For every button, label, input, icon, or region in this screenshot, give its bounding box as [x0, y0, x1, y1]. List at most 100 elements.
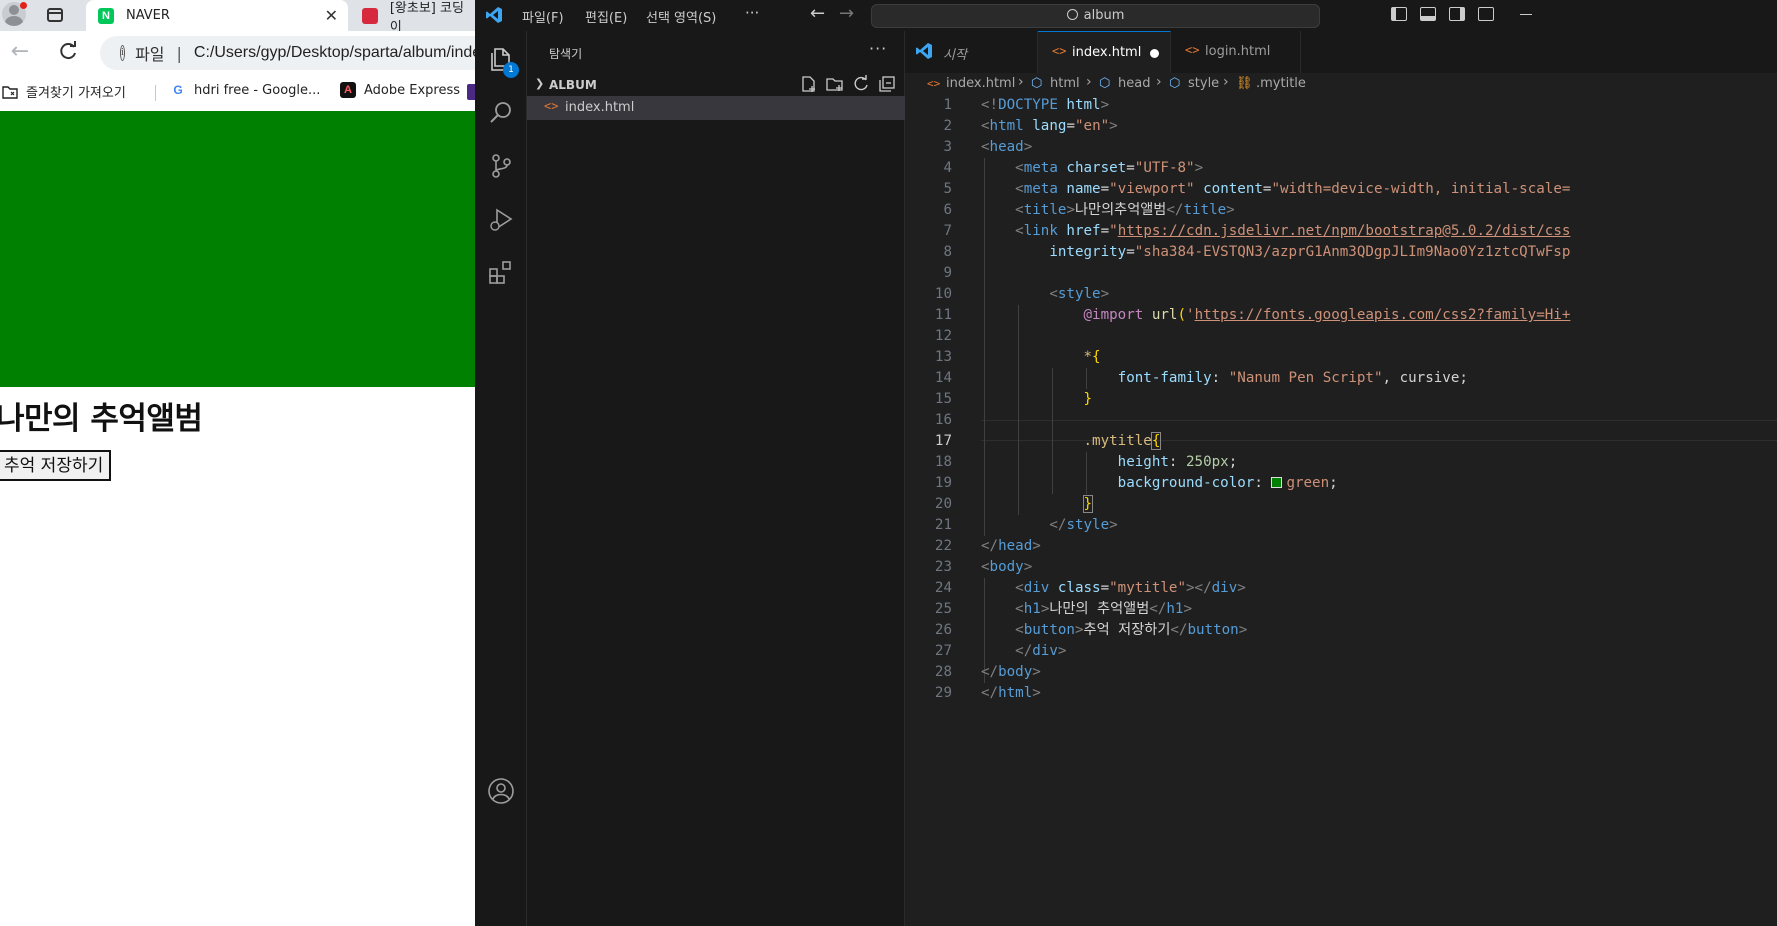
- bookmark-import-favorites[interactable]: 즐겨찾기 가져오기: [2, 82, 126, 101]
- chevron-right-icon: ›: [1223, 74, 1229, 90]
- tab-login-html[interactable]: <> login.html: [1171, 31, 1301, 73]
- element-icon: ⬡: [1099, 76, 1111, 91]
- forward-arrow-icon[interactable]: →: [839, 3, 854, 24]
- title-bar: 파일(F) 편집(E) 선택 영역(S) ··· ← → album: [475, 0, 1777, 31]
- browser-tab-strip: N NAVER ✕ [왕초보] 코딩이: [0, 0, 475, 35]
- explorer-more-icon[interactable]: ···: [869, 39, 887, 58]
- new-file-icon[interactable]: [799, 75, 819, 95]
- line-number: 18: [934, 454, 952, 470]
- address-url[interactable]: C:/Users/gyp/Desktop/sparta/album/index.…: [194, 44, 475, 62]
- info-icon[interactable]: i: [120, 45, 126, 61]
- customize-layout-icon[interactable]: [1478, 7, 1494, 21]
- browser-tab-coding[interactable]: [왕초보] 코딩이: [350, 0, 475, 35]
- bookmark-label: hdri free - Google...: [194, 82, 321, 98]
- vscode-logo-icon: [486, 7, 502, 23]
- code-line: <div class="mytitle"></div>: [1015, 580, 1246, 596]
- file-index-html[interactable]: <> index.html: [527, 96, 905, 120]
- collapse-all-icon[interactable]: [877, 75, 897, 95]
- tab-actions-icon[interactable]: [45, 5, 65, 25]
- notification-dot-icon: [20, 2, 27, 9]
- line-number: 7: [943, 223, 952, 239]
- save-memory-button[interactable]: 추억 저장하기: [0, 450, 112, 481]
- menu-more[interactable]: ···: [745, 4, 759, 22]
- explorer-sidebar: 탐색기 ··· ❯ ALBUM <> index.html: [527, 31, 905, 926]
- line-number: 21: [934, 517, 952, 533]
- address-separator: |: [176, 43, 182, 63]
- code-line: </body>: [981, 664, 1041, 680]
- line-number: 3: [943, 139, 952, 155]
- bookmark-label: Adobe Express: [364, 82, 461, 98]
- search-icon[interactable]: [487, 99, 515, 127]
- code-line: <head>: [981, 139, 1033, 155]
- bookmark-adobe-express[interactable]: A Adobe Express: [340, 82, 460, 98]
- source-control-icon[interactable]: [487, 152, 515, 180]
- chevron-right-icon: ›: [1086, 74, 1092, 90]
- tab-welcome[interactable]: 시작: [905, 31, 1038, 73]
- book-icon: [362, 7, 378, 24]
- line-number: 19: [934, 475, 952, 491]
- back-arrow-icon[interactable]: ←: [810, 3, 825, 24]
- bookmark-hdri[interactable]: G hdri free - Google...: [170, 82, 320, 98]
- line-number: 6: [943, 202, 952, 218]
- browser-tab-label: NAVER: [126, 8, 170, 23]
- color-swatch-icon[interactable]: [1271, 477, 1283, 488]
- page-viewport: 나만의 추억앨범 추억 저장하기: [0, 111, 475, 926]
- close-tab-icon[interactable]: ✕: [325, 6, 338, 25]
- explorer-title: 탐색기: [549, 47, 583, 61]
- toggle-secondary-sidebar-icon[interactable]: [1449, 7, 1465, 21]
- line-number: 11: [934, 307, 952, 323]
- back-arrow-icon[interactable]: ←: [8, 40, 32, 64]
- folder-name: ALBUM: [549, 78, 597, 92]
- line-number: 27: [934, 643, 952, 659]
- line-number-current: 17: [934, 433, 952, 449]
- line-number: 1: [943, 97, 952, 113]
- line-number: 15: [934, 391, 952, 407]
- search-icon: [1066, 9, 1078, 20]
- code-line: background-color: green;: [1117, 475, 1338, 491]
- html-file-icon: <>: [1185, 43, 1200, 57]
- code-line: <link href="https://cdn.jsdelivr.net/npm…: [1015, 223, 1571, 239]
- reload-icon[interactable]: [56, 40, 80, 64]
- file-name: index.html: [565, 100, 635, 115]
- editor-area: 시작 <> index.html <> login.html <> index.…: [905, 31, 1777, 926]
- toggle-primary-sidebar-icon[interactable]: [1391, 7, 1407, 21]
- accounts-icon[interactable]: [487, 777, 515, 805]
- breadcrumb-head[interactable]: head: [1118, 76, 1150, 91]
- explorer-badge: 1: [503, 62, 519, 78]
- breadcrumb-html[interactable]: html: [1050, 76, 1080, 91]
- code-line: </html>: [981, 685, 1041, 701]
- line-number: 5: [943, 181, 952, 197]
- tab-index-html[interactable]: <> index.html: [1038, 31, 1171, 73]
- breadcrumb-mytitle[interactable]: .mytitle: [1256, 76, 1306, 91]
- unsaved-dot-icon[interactable]: [1150, 49, 1159, 58]
- code-line: .mytitle{: [1083, 432, 1162, 450]
- menu-file[interactable]: 파일(F): [522, 7, 564, 26]
- menu-edit[interactable]: 편집(E): [585, 7, 627, 26]
- browser-toolbar: ← i 파일 | C:/Users/gyp/Desktop/sparta/alb…: [0, 31, 475, 75]
- code-line: *{: [1083, 349, 1101, 365]
- vscode-window: 파일(F) 편집(E) 선택 영역(S) ··· ← → album 1 탐색기…: [475, 0, 1777, 926]
- minimize-icon[interactable]: [1520, 14, 1532, 15]
- code-line: height: 250px;: [1117, 454, 1238, 470]
- menu-selection[interactable]: 선택 영역(S): [646, 7, 716, 26]
- extensions-icon[interactable]: [487, 258, 515, 286]
- line-number: 29: [934, 685, 952, 701]
- chevron-right-icon: ›: [1018, 74, 1024, 90]
- code-editor[interactable]: 1 2 3 4 5 6 7 8 9 10 11 12 13 14 15 16 1…: [905, 95, 1777, 926]
- refresh-icon[interactable]: [851, 75, 871, 95]
- breadcrumb-file[interactable]: index.html: [946, 76, 1015, 91]
- folder-album[interactable]: ❯ ALBUM: [527, 75, 905, 97]
- element-icon: ⬡: [1169, 76, 1181, 91]
- breadcrumb-style[interactable]: style: [1188, 76, 1219, 91]
- line-number: 24: [934, 580, 952, 596]
- tab-label: index.html: [1072, 45, 1142, 60]
- browser-tab-naver[interactable]: N NAVER ✕: [86, 0, 348, 31]
- bookmark-overflow-icon[interactable]: [467, 84, 475, 100]
- new-folder-icon[interactable]: [825, 75, 845, 95]
- toggle-panel-icon[interactable]: [1420, 7, 1436, 21]
- command-center-search[interactable]: album: [871, 4, 1320, 28]
- line-number: 25: [934, 601, 952, 617]
- address-bar[interactable]: i 파일 | C:/Users/gyp/Desktop/sparta/album…: [100, 36, 475, 70]
- run-debug-icon[interactable]: [487, 205, 515, 233]
- tab-label: 시작: [943, 48, 967, 63]
